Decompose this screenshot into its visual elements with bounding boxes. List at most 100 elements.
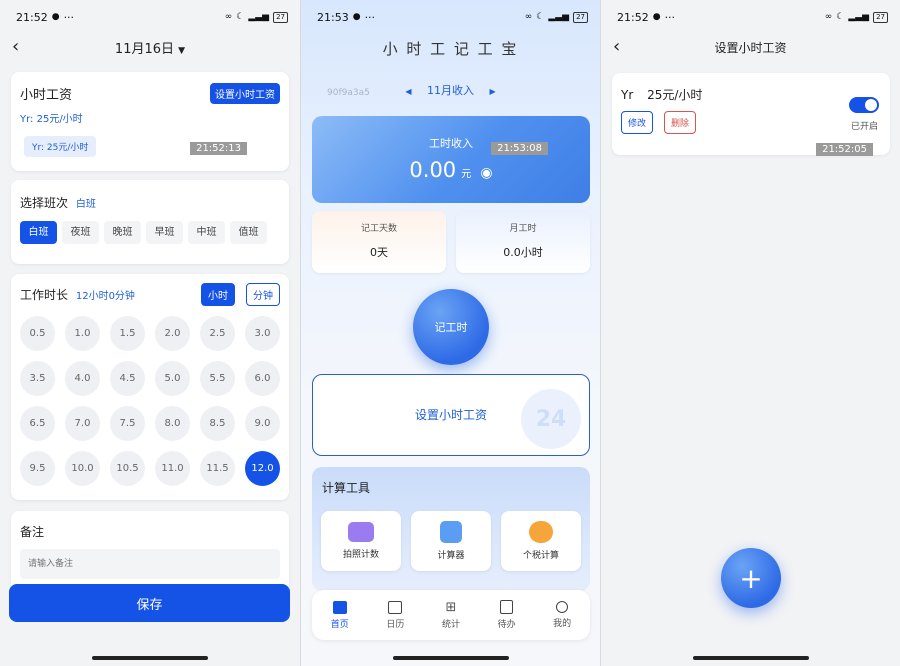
shift-option[interactable]: 早班 [146, 221, 183, 244]
link-icon: ∞ [224, 12, 233, 22]
timestamp-overlay: 21:53:08 [491, 142, 548, 155]
month-label: 11月收入 [427, 84, 474, 97]
hour-option[interactable]: 6.5 [20, 406, 55, 441]
tool-label: 个税计算 [522, 551, 559, 561]
tab-home[interactable]: 首页 [331, 600, 349, 630]
record-hours-button[interactable]: 记工时 [413, 289, 489, 365]
qq-icon: ● [352, 12, 361, 22]
hour-option[interactable]: 11.5 [200, 451, 235, 486]
selected-shift: 白班 [75, 199, 96, 210]
hour-option[interactable]: 4.5 [110, 361, 145, 396]
hour-option[interactable]: 9.5 [20, 451, 55, 486]
stat-label: 记工天数 [360, 224, 397, 234]
home-indicator [393, 656, 509, 660]
hour-option[interactable]: 7.0 [65, 406, 100, 441]
timestamp-overlay: 21:52:05 [816, 143, 873, 156]
hour-option[interactable]: 8.5 [200, 406, 235, 441]
prev-month-icon[interactable]: ◀ [405, 87, 411, 96]
eye-icon[interactable]: ◉ [480, 165, 492, 181]
add-button[interactable]: + [721, 548, 781, 608]
stat-value: 0天 [370, 246, 388, 259]
hour-option[interactable]: 0.5 [20, 316, 55, 351]
qq-icon: ● [652, 12, 661, 22]
hour-option[interactable]: 6.0 [245, 361, 280, 396]
hour-option-selected[interactable]: 12.0 [245, 451, 280, 486]
next-month-icon[interactable]: ▶ [490, 87, 496, 96]
tool-calculator[interactable]: 计算器 [411, 511, 491, 571]
hour-option[interactable]: 5.5 [200, 361, 235, 396]
tab-todo[interactable]: 待办 [498, 600, 516, 630]
hour-option[interactable]: 1.0 [65, 316, 100, 351]
income-label: 工时收入 [429, 137, 473, 150]
wage-chip[interactable]: Yr: 25元/小时 [24, 136, 97, 157]
tab-label: 日历 [386, 619, 405, 630]
note-input[interactable] [20, 549, 280, 579]
tab-stats[interactable]: ⊞ 统计 [442, 601, 460, 630]
date-selector[interactable]: 11月16日 ▼ [115, 38, 185, 57]
duration-card-title: 工作时长 [20, 288, 69, 302]
stat-label: 月工时 [509, 224, 537, 234]
calculator-icon [440, 521, 462, 543]
clock-24-icon: 24 [521, 389, 581, 449]
tool-photo-count[interactable]: 拍照计数 [321, 511, 401, 571]
income-amount: 0.00 [409, 158, 457, 182]
calendar-icon [388, 600, 403, 614]
shift-option[interactable]: 晚班 [104, 221, 141, 244]
set-wage-screen: 21:52 ● ··· ∞ ☾ ▂▃▅ 27 ‹ 设置小时工资 Yr 25元/小… [600, 0, 900, 666]
note-card-title: 备注 [20, 525, 45, 539]
camera-icon [348, 522, 374, 542]
delete-button[interactable]: 删除 [664, 111, 697, 134]
hour-option[interactable]: 10.5 [110, 451, 145, 486]
grid-icon: ⊞ [445, 599, 457, 615]
tab-profile[interactable]: 我的 [553, 601, 571, 629]
edit-button[interactable]: 修改 [621, 111, 654, 134]
tab-calendar[interactable]: 日历 [386, 600, 405, 630]
home-icon [332, 600, 347, 614]
tool-tax[interactable]: 个税计算 [501, 511, 581, 571]
save-button[interactable]: 保存 [9, 584, 290, 622]
battery-icon: 27 [273, 11, 288, 23]
hour-option[interactable]: 8.0 [155, 406, 190, 441]
back-button[interactable]: ‹ [613, 36, 620, 57]
status-time: 21:52 [16, 10, 48, 24]
hour-option[interactable]: 10.0 [65, 451, 100, 486]
hour-option[interactable]: 7.5 [110, 406, 145, 441]
page-title: 设置小时工资 [714, 40, 787, 55]
hour-option[interactable]: 4.0 [65, 361, 100, 396]
hour-option[interactable]: 2.5 [200, 316, 235, 351]
back-button[interactable]: ‹ [12, 36, 19, 57]
income-unit: 元 [461, 169, 472, 180]
tab-label: 我的 [553, 619, 572, 629]
signal-icon: ▂▃▅ [248, 12, 270, 22]
link-icon: ∞ [824, 12, 833, 22]
duration-value: 12小时0分钟 [75, 291, 135, 302]
hour-option[interactable]: 9.0 [245, 406, 280, 441]
hour-option[interactable]: 11.0 [155, 451, 190, 486]
hour-option[interactable]: 3.0 [245, 316, 280, 351]
unit-hour-button[interactable]: 小时 [201, 283, 235, 306]
shift-option[interactable]: 白班 [20, 221, 57, 244]
set-wage-big-button[interactable]: 设置小时工资 24 [312, 374, 590, 456]
status-bar: 21:52 ● ··· ∞ ☾ ▂▃▅ 27 [0, 0, 300, 34]
hour-option[interactable]: 3.5 [20, 361, 55, 396]
hour-option[interactable]: 1.5 [110, 316, 145, 351]
hours-grid: 0.5 1.0 1.5 2.0 2.5 3.0 3.5 4.0 4.5 5.0 … [20, 316, 280, 486]
income-card: 工时收入 0.00 元 ◉ 21:53:08 [312, 116, 590, 203]
battery-icon: 27 [873, 11, 888, 23]
shift-option[interactable]: 夜班 [62, 221, 99, 244]
battery-icon: 27 [573, 11, 588, 23]
tools-title: 计算工具 [322, 481, 371, 495]
unit-minute-button[interactable]: 分钟 [246, 283, 280, 306]
status-time: 21:52 [617, 10, 649, 24]
shift-option[interactable]: 中班 [188, 221, 225, 244]
date-title: 11月16日 [114, 41, 175, 57]
moon-icon: ☾ [236, 12, 245, 22]
status-icons: ∞ ☾ ▂▃▅ 27 [224, 11, 288, 23]
set-wage-button[interactable]: 设置小时工资 [210, 83, 280, 104]
shift-option[interactable]: 值班 [230, 221, 267, 244]
status-bar: 21:53 ● ··· ∞ ☾ ▂▃▅ 27 [301, 0, 600, 34]
hour-option[interactable]: 5.0 [155, 361, 190, 396]
hour-option[interactable]: 2.0 [155, 316, 190, 351]
enable-toggle[interactable] [849, 97, 879, 113]
home-screen: 21:53 ● ··· ∞ ☾ ▂▃▅ 27 小 时 工 记 工 宝 90f9a… [300, 0, 600, 666]
